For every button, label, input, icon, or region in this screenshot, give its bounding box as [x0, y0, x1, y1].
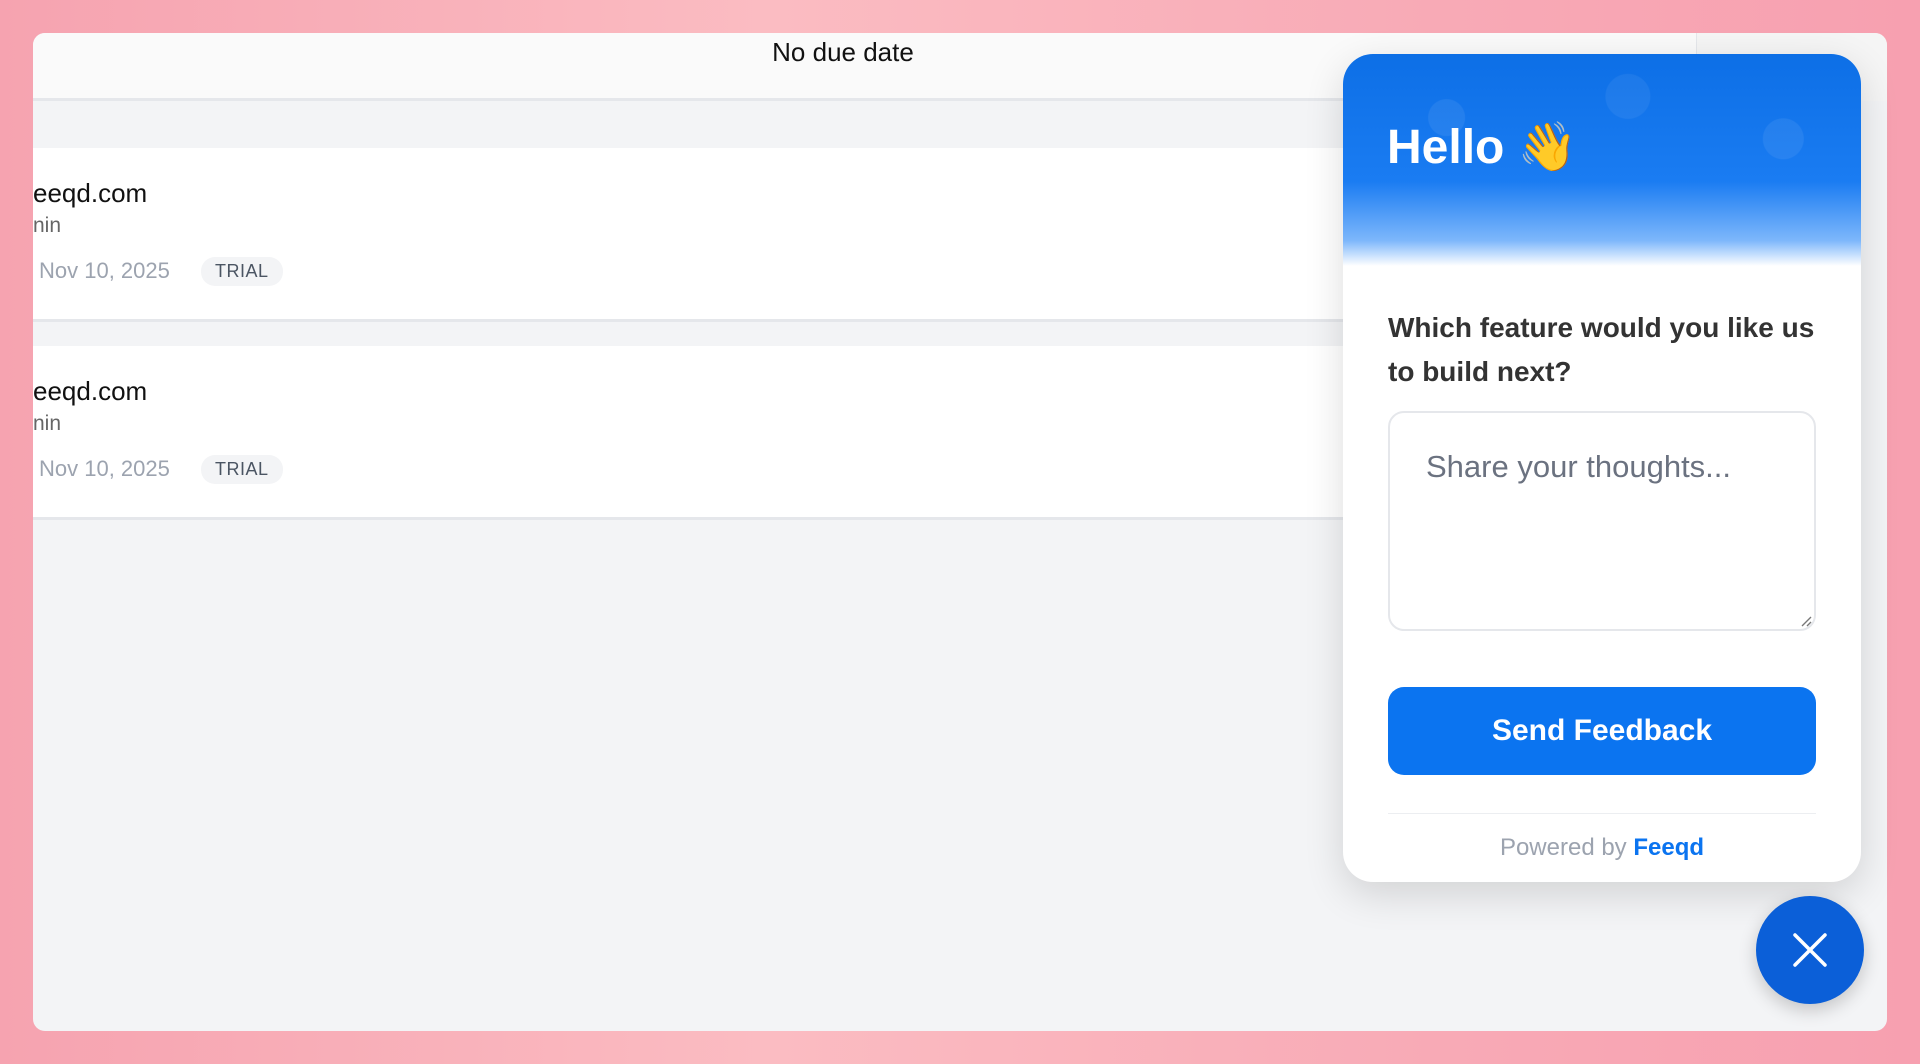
- feedback-question: Which feature would you like us to build…: [1388, 312, 1815, 387]
- widget-header: Hello 👋: [1343, 54, 1861, 266]
- card-role: nin: [33, 412, 62, 435]
- close-widget-button[interactable]: [1756, 896, 1864, 1004]
- powered-by-prefix: Powered by: [1499, 834, 1627, 861]
- feeqd-link[interactable]: Feeqd: [1633, 834, 1704, 861]
- powered-by: Powered by Feeqd: [1343, 834, 1861, 862]
- card-domain: eeqd.com: [33, 178, 148, 208]
- card-domain: eeqd.com: [33, 376, 148, 406]
- close-icon: [1793, 933, 1827, 967]
- greeting-title: Hello 👋: [1387, 121, 1578, 174]
- resize-grip-icon[interactable]: [1800, 615, 1812, 627]
- subscription-card[interactable]: eeqd.com nin Nov 10, 2025 TRIAL: [33, 346, 1373, 520]
- card-role: nin: [33, 214, 62, 237]
- subscription-card[interactable]: eeqd.com nin Nov 10, 2025 TRIAL: [33, 148, 1373, 322]
- card-date: Nov 10, 2025: [39, 258, 170, 283]
- feedback-widget: Hello 👋 Which feature would you like us …: [1343, 54, 1861, 882]
- status-badge: TRIAL: [201, 455, 283, 484]
- divider: [1388, 813, 1816, 814]
- status-badge: TRIAL: [201, 257, 283, 286]
- send-feedback-button[interactable]: Send Feedback: [1388, 687, 1816, 775]
- card-date: Nov 10, 2025: [39, 456, 170, 481]
- feedback-input[interactable]: [1388, 411, 1816, 631]
